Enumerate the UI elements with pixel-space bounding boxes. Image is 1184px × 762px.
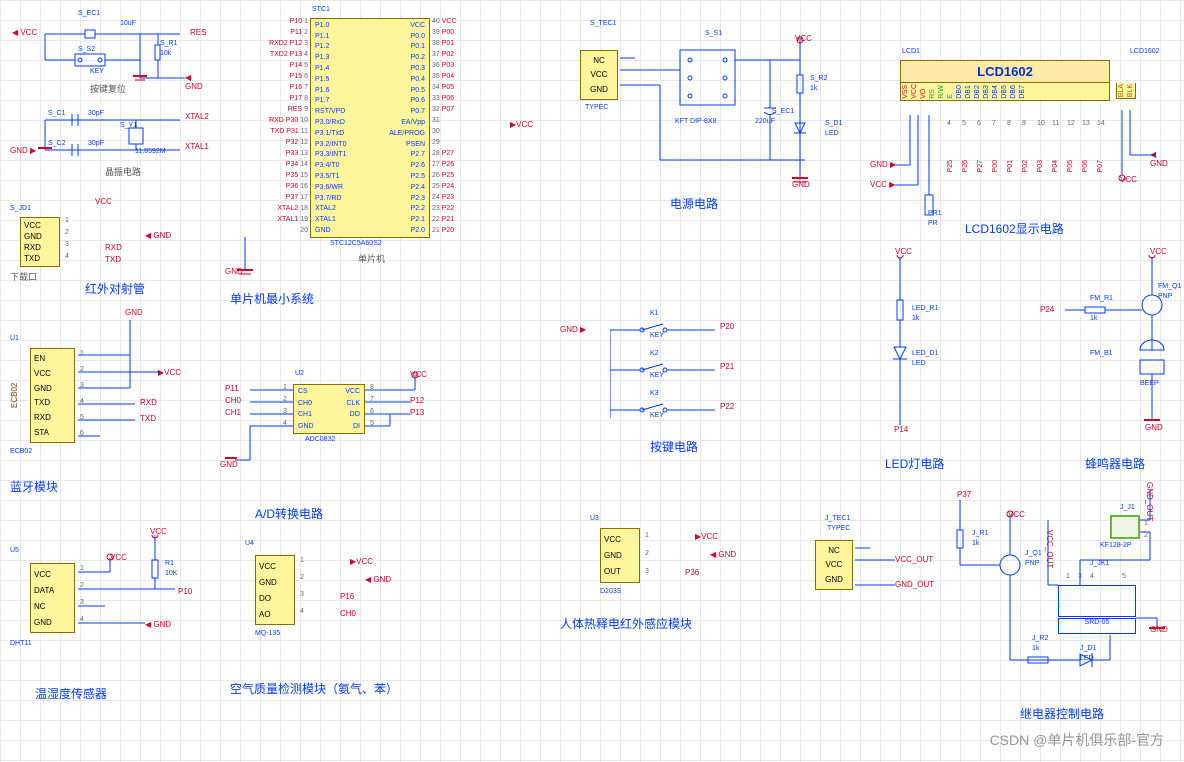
p3: RXD	[24, 243, 56, 252]
bt-gnd: GND	[125, 308, 143, 317]
mq-net: P16	[340, 592, 354, 601]
mq-ch: CH0	[340, 609, 356, 618]
dht-block: VCC U5 VCC R1 10K VCC DATA NC GND 12 34 …	[10, 535, 215, 710]
pir-gnd: ◀ GND	[710, 550, 736, 559]
svg-text:2: 2	[1144, 532, 1148, 539]
mq-p1: VCC	[259, 562, 291, 571]
svg-text:1: 1	[1066, 573, 1070, 580]
buzz-block: VCC P24 FM_R1 1k FM_Q1 PNP FM_B1 BEEP GN…	[1040, 255, 1180, 470]
pir-net: P36	[685, 568, 699, 577]
keys-block: GND ▶ K1 KEY P20 K2 KEY P21 K3 KEY P22 按…	[560, 310, 810, 455]
mq-ref: U4	[245, 540, 254, 547]
p2: GND	[24, 232, 56, 241]
p1: VCC	[24, 221, 56, 230]
pir-vcc: ▶VCC	[695, 532, 718, 541]
keys-gnd: GND ▶	[560, 325, 586, 334]
pir-p1: VCC	[604, 535, 636, 544]
mq-p2: GND	[259, 578, 291, 587]
keys-title: 按键电路	[650, 438, 698, 455]
ir-vcc: VCC	[95, 197, 112, 206]
mcu-block: STC1 P1.0VCCP1.1P0.0P1.2P0.1P1.3P0.2P1.4…	[230, 12, 530, 302]
mq-p4: AO	[259, 610, 291, 619]
mq-title: 空气质量检测模块（氨气、苯）	[230, 680, 398, 697]
pir-block: U3 VCC GND OUT 12 3 ▶VCC ◀ GND P36 D203S…	[575, 520, 795, 630]
pir-part: D203S	[600, 588, 621, 595]
ir-rxd: RXD	[105, 243, 122, 252]
led-block: VCC LED_R1 1k LED_D1 LED P14 LED灯电路	[870, 255, 980, 470]
ir-block: S_JD1 VCC VCC GND RXD TXD 1 2 3 4 ◀ GND …	[10, 205, 200, 290]
ir-txd: TXD	[105, 255, 121, 264]
watermark: CSDN @单片机俱乐部-官方	[990, 730, 1164, 750]
ir-ref: S_JD1	[10, 205, 31, 212]
mq-gnd: ◀ GND	[365, 575, 391, 584]
reset-circuit: S_EC1 10uF ◀ VCC RES S_S2 S_R1 10k KEY ◀…	[10, 10, 210, 100]
ir-title: 红外对射管	[85, 280, 145, 297]
svg-text:1: 1	[1144, 520, 1148, 527]
adc-block: U2 VCC CSVCC CH0CLK CH1DO GNDDI P11 CH0 …	[225, 370, 445, 520]
power-block: S_TEC1 NC VCC GND TYPEC S_S1 KFT DIP-8X8…	[560, 20, 850, 210]
bt-block: GND U1 EN VCC GND TXD RXD STA ECB02 12 3…	[10, 320, 210, 495]
pir-p2: GND	[604, 551, 636, 560]
relay-block: P37 VCC GND_OUT J_TEC1 TYPEC NC VCC GND …	[800, 490, 1180, 730]
mq-block: U4 VCC GND DO AO 12 34 ▶VCC ◀ GND P16 CH…	[230, 540, 470, 710]
mq-part: MQ-135	[255, 630, 280, 637]
pir-p3: OUT	[604, 567, 636, 576]
mq-vcc: ▶VCC	[350, 557, 373, 566]
mcu-title: 单片机最小系统	[230, 290, 314, 307]
lcd-block: LCD1 LCD1602 LCD1602 VSSVCCVORSR/WEDB0DB…	[870, 50, 1175, 240]
svg-text:4: 4	[1090, 573, 1094, 580]
mq-p3: DO	[259, 594, 291, 603]
ir-gnd: ◀ GND	[145, 231, 171, 240]
dl-note: 下载口	[10, 270, 37, 283]
svg-text:3: 3	[1078, 573, 1082, 580]
svg-text:5: 5	[1122, 573, 1126, 580]
pir-title: 人体热释电红外感应模块	[560, 615, 692, 632]
xtal-circuit: S_C1 30pF XTAL2 S_Y1 S_C2 30pF 11.0592M …	[10, 110, 210, 180]
p4: TXD	[24, 254, 56, 263]
pir-ref: U3	[590, 515, 599, 522]
